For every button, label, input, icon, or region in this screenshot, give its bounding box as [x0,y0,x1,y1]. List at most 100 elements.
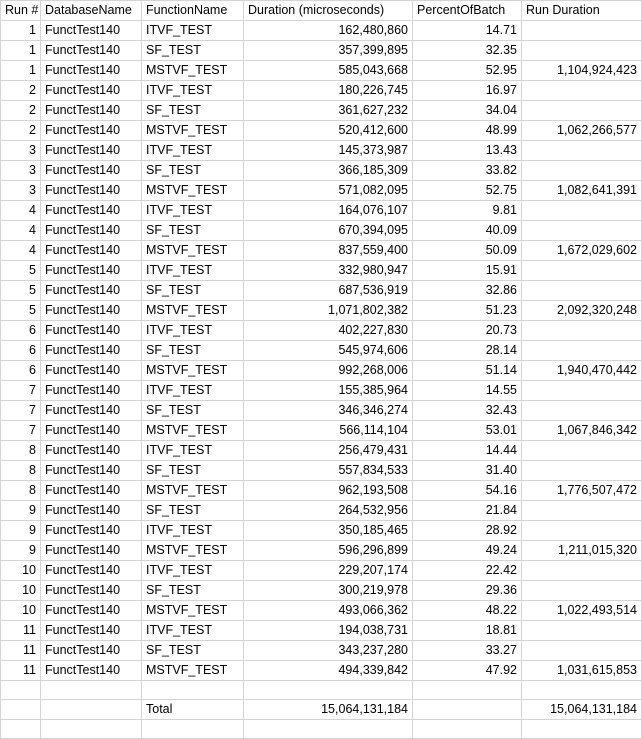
cell-rd[interactable]: 1,672,029,602 [522,241,641,261]
cell-pct[interactable]: 15.91 [413,261,522,281]
cell-dur[interactable]: 670,394,095 [244,221,413,241]
cell-db[interactable]: FunctTest140 [41,661,142,681]
cell-fn[interactable]: MSTVF_TEST [142,61,244,81]
cell-rd[interactable] [522,561,641,581]
cell-rd[interactable]: 1,940,470,442 [522,361,641,381]
cell-fn[interactable]: SF_TEST [142,501,244,521]
cell-pct[interactable]: 50.09 [413,241,522,261]
cell-run[interactable]: 11 [1,621,41,641]
cell-rd[interactable] [522,101,641,121]
cell-pct[interactable]: 48.22 [413,601,522,621]
cell-db[interactable]: FunctTest140 [41,621,142,641]
cell-db[interactable]: FunctTest140 [41,601,142,621]
cell-fn[interactable]: SF_TEST [142,461,244,481]
cell-rd[interactable] [522,341,641,361]
cell-db[interactable]: FunctTest140 [41,281,142,301]
cell-rd[interactable]: 1,082,641,391 [522,181,641,201]
cell-db[interactable]: FunctTest140 [41,81,142,101]
cell-rd[interactable] [522,641,641,661]
cell-dur[interactable]: 992,268,006 [244,361,413,381]
cell-run[interactable]: 11 [1,641,41,661]
cell-run[interactable]: 5 [1,281,41,301]
cell-run[interactable]: 4 [1,201,41,221]
cell-fn[interactable]: MSTVF_TEST [142,121,244,141]
cell-db[interactable]: FunctTest140 [41,221,142,241]
cell-fn[interactable]: SF_TEST [142,581,244,601]
cell-dur[interactable]: 264,532,956 [244,501,413,521]
cell-dur[interactable]: 962,193,508 [244,481,413,501]
cell-pct[interactable]: 14.44 [413,441,522,461]
cell-run[interactable] [1,720,41,739]
cell-pct[interactable]: 20.73 [413,321,522,341]
cell-rd[interactable]: 15,064,131,184 [522,700,641,720]
cell-db[interactable]: FunctTest140 [41,141,142,161]
cell-pct[interactable]: 14.55 [413,381,522,401]
cell-rd[interactable] [522,621,641,641]
cell-run[interactable]: 7 [1,401,41,421]
cell-rd[interactable] [522,441,641,461]
cell-rd[interactable] [522,21,641,41]
cell-fn[interactable]: MSTVF_TEST [142,181,244,201]
cell-fn[interactable]: SF_TEST [142,41,244,61]
cell-dur[interactable]: 366,185,309 [244,161,413,181]
cell-rd[interactable] [522,461,641,481]
cell-run[interactable]: 10 [1,561,41,581]
cell-dur[interactable]: 256,479,431 [244,441,413,461]
cell-dur[interactable]: 180,226,745 [244,81,413,101]
cell-run[interactable]: 2 [1,121,41,141]
cell-pct[interactable]: 29.36 [413,581,522,601]
cell-dur[interactable]: 687,536,919 [244,281,413,301]
cell-run[interactable]: 4 [1,221,41,241]
cell-db[interactable]: FunctTest140 [41,501,142,521]
cell-run[interactable]: 2 [1,101,41,121]
cell-fn[interactable]: MSTVF_TEST [142,301,244,321]
cell-pct[interactable]: 21.84 [413,501,522,521]
cell-rd[interactable]: 2,092,320,248 [522,301,641,321]
cell-rd[interactable] [522,221,641,241]
cell-pct[interactable]: 32.86 [413,281,522,301]
cell-dur[interactable]: 494,339,842 [244,661,413,681]
cell-run[interactable]: 6 [1,321,41,341]
cell-fn[interactable]: SF_TEST [142,281,244,301]
cell-rd[interactable]: 1,104,924,423 [522,61,641,81]
cell-pct[interactable]: 51.14 [413,361,522,381]
cell-db[interactable]: FunctTest140 [41,321,142,341]
cell-db[interactable]: FunctTest140 [41,301,142,321]
cell-dur[interactable]: 300,219,978 [244,581,413,601]
cell-run[interactable]: 1 [1,21,41,41]
cell-pct[interactable]: 54.16 [413,481,522,501]
cell-pct[interactable]: 52.75 [413,181,522,201]
cell-run[interactable]: 8 [1,481,41,501]
cell-dur[interactable]: 1,071,802,382 [244,301,413,321]
cell-pct[interactable]: 34.04 [413,101,522,121]
cell-fn[interactable]: SF_TEST [142,341,244,361]
cell-pct[interactable]: 49.24 [413,541,522,561]
cell-dur[interactable]: 571,082,095 [244,181,413,201]
cell-dur[interactable]: 596,296,899 [244,541,413,561]
cell-db[interactable] [41,720,142,739]
cell-rd[interactable]: 1,062,266,577 [522,121,641,141]
cell-pct[interactable]: 40.09 [413,221,522,241]
cell-db[interactable]: FunctTest140 [41,241,142,261]
cell-run[interactable] [1,700,41,720]
column-header-dur[interactable]: Duration (microseconds) [244,1,413,21]
cell-dur[interactable]: 343,237,280 [244,641,413,661]
cell-run[interactable]: 9 [1,521,41,541]
cell-run[interactable]: 11 [1,661,41,681]
cell-dur[interactable]: 162,480,860 [244,21,413,41]
cell-db[interactable]: FunctTest140 [41,121,142,141]
cell-db[interactable]: FunctTest140 [41,101,142,121]
cell-db[interactable]: FunctTest140 [41,381,142,401]
cell-fn[interactable]: MSTVF_TEST [142,541,244,561]
cell-dur[interactable]: 520,412,600 [244,121,413,141]
cell-rd[interactable]: 1,211,015,320 [522,541,641,561]
cell-fn[interactable]: ITVF_TEST [142,261,244,281]
cell-dur[interactable]: 837,559,400 [244,241,413,261]
cell-run[interactable]: 9 [1,541,41,561]
cell-db[interactable]: FunctTest140 [41,421,142,441]
cell-fn[interactable]: SF_TEST [142,401,244,421]
cell-fn[interactable]: ITVF_TEST [142,561,244,581]
cell-fn[interactable]: MSTVF_TEST [142,601,244,621]
cell-fn[interactable]: SF_TEST [142,221,244,241]
cell-pct[interactable]: 33.27 [413,641,522,661]
